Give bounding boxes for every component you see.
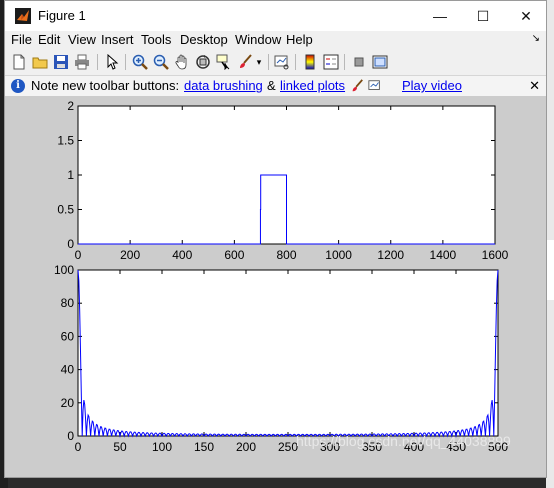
x-tick-label: 100 (152, 440, 172, 454)
x-tick-label: 1000 (325, 248, 352, 262)
y-tick-label: 1 (67, 168, 74, 182)
x-tick-label: 200 (120, 248, 140, 262)
y-tick-label: 0.5 (57, 203, 74, 217)
link-plot-button[interactable] (273, 53, 291, 71)
window-title: Figure 1 (38, 8, 86, 23)
print-button[interactable] (73, 53, 91, 71)
legend-icon (323, 54, 339, 70)
y-tick-label: 0 (67, 429, 74, 443)
hide-plot-tools-button[interactable] (350, 53, 368, 71)
show-plot-tools-icon (372, 55, 388, 69)
save-button[interactable] (52, 53, 70, 71)
info-icon: i (11, 79, 25, 93)
x-tick-label: 0 (75, 248, 82, 262)
zoom-in-icon (132, 54, 148, 70)
menu-desktop[interactable]: Desktop (180, 32, 228, 47)
menu-tools[interactable]: Tools (141, 32, 171, 47)
toolbar-note-bar: i Note new toolbar buttons: data brushin… (5, 76, 546, 96)
x-tick-label: 1400 (430, 248, 457, 262)
brush-icon (240, 54, 252, 68)
x-tick-label: 1200 (377, 248, 404, 262)
pan-button[interactable] (173, 53, 191, 71)
linked-plots-link[interactable]: linked plots (280, 78, 345, 93)
title-bar: Figure 1 — ☐ ✕ (5, 1, 546, 31)
new-file-icon (13, 54, 25, 70)
x-tick-label: 50 (113, 440, 127, 454)
note-ampersand: & (267, 78, 276, 93)
open-file-button[interactable] (31, 53, 49, 71)
y-tick-label: 1.5 (57, 134, 74, 148)
menu-file[interactable]: File (11, 32, 32, 47)
zoom-in-button[interactable] (131, 53, 149, 71)
y-tick-label: 80 (61, 296, 75, 310)
maximize-icon: ☐ (476, 7, 490, 24)
maximize-button[interactable]: ☐ (461, 1, 505, 31)
menu-view[interactable]: View (68, 32, 96, 47)
menu-window[interactable]: Window (235, 32, 281, 47)
close-button[interactable]: ✕ (504, 1, 546, 31)
data-brushing-link[interactable]: data brushing (184, 78, 263, 93)
rotate-3d-button[interactable] (194, 53, 212, 71)
show-plot-tools-button[interactable] (371, 53, 389, 71)
save-icon (54, 55, 68, 69)
figure-toolbar: ▾ (5, 49, 546, 76)
x-tick-label: 800 (276, 248, 296, 262)
axes-2-box (77, 269, 499, 437)
plots-svg: 0 200 400 600 800 1000 1200 1400 160000.511.520 5… (54, 99, 509, 454)
matlab-icon (15, 8, 31, 24)
hide-plot-tools-icon (354, 57, 364, 67)
x-tick-label: 150 (194, 440, 214, 454)
x-tick-label: 600 (224, 248, 244, 262)
pointer-arrow-icon (107, 54, 119, 70)
zoom-out-button[interactable] (152, 53, 170, 71)
colorbar-icon (305, 54, 315, 70)
note-text: Note new toolbar buttons: (31, 78, 180, 93)
new-figure-button[interactable] (10, 53, 28, 71)
hand-icon (175, 54, 187, 70)
x-tick-label: 1600 (482, 248, 509, 262)
link-plot-icon (368, 80, 380, 90)
menu-insert[interactable]: Insert (101, 32, 134, 47)
y-tick-label: 40 (61, 363, 75, 377)
figure-window: Figure 1 — ☐ ✕ File Edit View Insert Too… (4, 0, 547, 478)
menu-bar: File Edit View Insert Tools Desktop Wind… (5, 31, 546, 49)
print-icon (75, 54, 89, 70)
brush-icon (352, 79, 363, 92)
y-tick-label: 2 (67, 99, 74, 113)
y-tick-label: 60 (61, 329, 75, 343)
background-right (546, 0, 554, 488)
y-tick-label: 20 (61, 396, 75, 410)
x-tick-label: 200 (236, 440, 256, 454)
rotate-3d-icon (196, 55, 210, 69)
zoom-out-icon (153, 54, 169, 70)
dock-arrow-icon[interactable]: ↘ (532, 33, 540, 44)
chevron-down-icon: ▾ (256, 56, 262, 67)
minimize-icon: — (433, 8, 447, 24)
link-plot-icon (274, 55, 289, 70)
x-tick-label: 400 (172, 248, 192, 262)
menu-edit[interactable]: Edit (38, 32, 60, 47)
y-tick-label: 0 (67, 237, 74, 251)
insert-legend-button[interactable] (322, 53, 340, 71)
edit-plot-button[interactable] (103, 53, 121, 71)
figure-canvas: 0 200 400 600 800 1000 1200 1400 1600 0 0.5 1 1.5 2 0 5… (5, 96, 546, 477)
data-cursor-icon (216, 54, 230, 70)
x-tick-label: 0 (75, 440, 82, 454)
brush-button[interactable] (236, 53, 254, 71)
insert-colorbar-button[interactable] (301, 53, 319, 71)
watermark-text: https://blog.csdn.net/qq_44038899 (296, 433, 511, 449)
brush-dropdown[interactable]: ▾ (254, 53, 264, 71)
folder-icon (32, 57, 48, 69)
close-icon: ✕ (520, 7, 532, 24)
menu-help[interactable]: Help (286, 32, 313, 47)
y-tick-label: 100 (54, 263, 74, 277)
close-note-icon[interactable]: ✕ (529, 78, 540, 94)
minimize-button[interactable]: — (418, 1, 462, 31)
play-video-link[interactable]: Play video (402, 78, 462, 93)
data-cursor-button[interactable] (215, 53, 233, 71)
